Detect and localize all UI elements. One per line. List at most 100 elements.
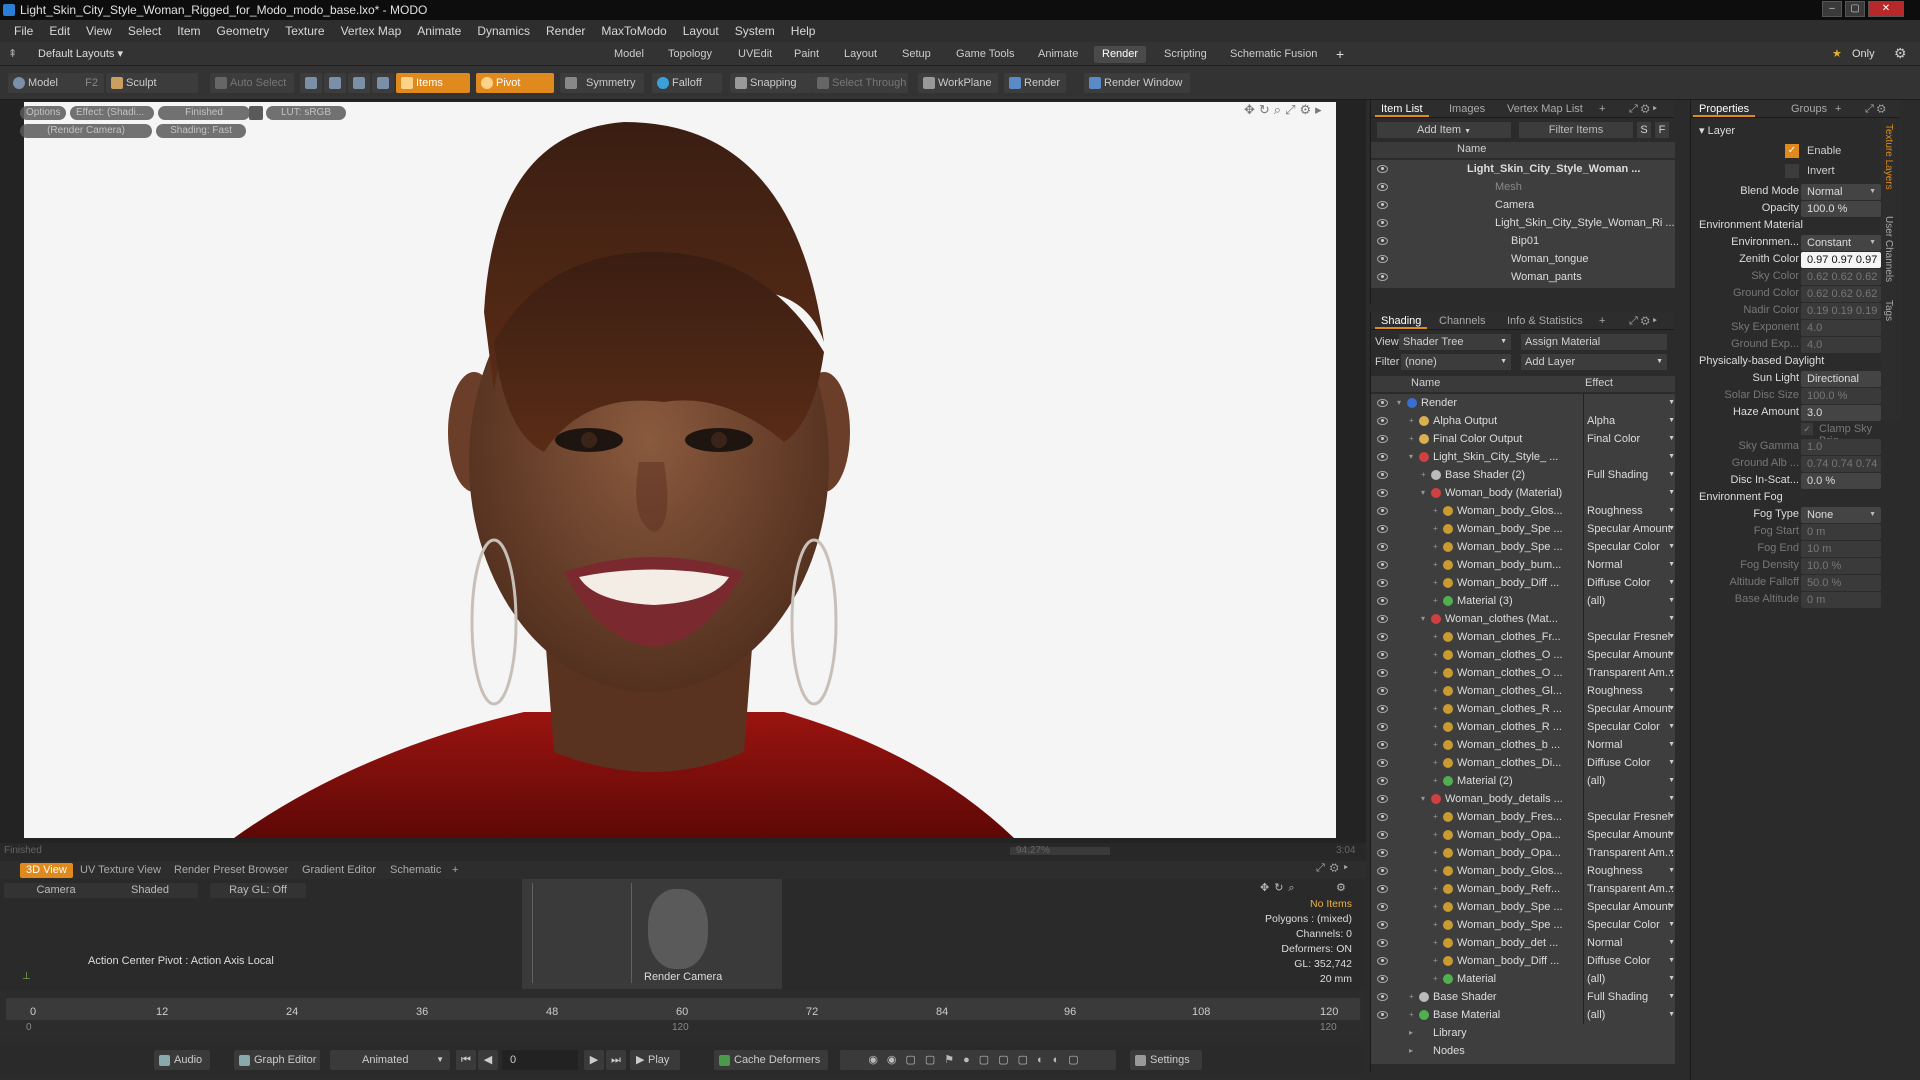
effect-dropdown[interactable]: Normal	[1583, 934, 1675, 952]
effect-dropdown[interactable]	[1583, 394, 1675, 412]
shader-tree-row[interactable]: ▾ Render	[1371, 394, 1675, 412]
property-field[interactable]: Constant	[1801, 235, 1881, 251]
eye-icon[interactable]	[1377, 507, 1388, 515]
add-tab-icon[interactable]: +	[1829, 102, 1847, 117]
eye-icon[interactable]	[1377, 561, 1388, 569]
eye-icon[interactable]	[1377, 957, 1388, 965]
expand-arrow-icon[interactable]: ▾	[1397, 394, 1401, 412]
shader-tree-row[interactable]: + Base Shader (2) Full Shading	[1371, 466, 1675, 484]
panel-options-icons[interactable]: ⤢⚙▸	[1316, 862, 1353, 875]
add-tab-icon[interactable]: +	[1593, 314, 1611, 329]
shader-tree-row[interactable]: + Woman_clothes_R ... Specular Amount	[1371, 700, 1675, 718]
shader-tree-row[interactable]: + Woman_clothes_O ... Specular Amount	[1371, 646, 1675, 664]
sculpt-button[interactable]: Sculpt	[106, 73, 198, 93]
tab-render-preset-browser[interactable]: Render Preset Browser	[168, 863, 294, 878]
filter-f-button[interactable]: F	[1655, 122, 1669, 138]
expand-arrow-icon[interactable]: ▾	[1421, 484, 1425, 502]
menu-maxtomodo[interactable]: MaxToModo	[593, 24, 674, 38]
tab-scripting[interactable]: Scripting	[1156, 46, 1215, 63]
shader-tree-row[interactable]: ▸ Library	[1371, 1024, 1675, 1042]
view-dropdown[interactable]: Shader Tree ▼	[1399, 334, 1511, 350]
eye-icon[interactable]	[1377, 741, 1388, 749]
tab-game-tools[interactable]: Game Tools	[948, 46, 1023, 63]
shader-tree-row[interactable]: ▾ Woman_body (Material)	[1371, 484, 1675, 502]
row-marker-icon[interactable]: +	[1433, 646, 1438, 664]
shader-tree-row[interactable]: + Woman_clothes_O ... Transparent Am...	[1371, 664, 1675, 682]
property-field[interactable]: Normal	[1801, 184, 1881, 200]
effect-dropdown[interactable]: Specular Amount	[1583, 898, 1675, 916]
menu-layout[interactable]: Layout	[675, 24, 727, 38]
menu-help[interactable]: Help	[783, 24, 824, 38]
shader-tree-row[interactable]: ▾ Woman_body_details ...	[1371, 790, 1675, 808]
row-marker-icon[interactable]: +	[1409, 412, 1414, 430]
section-header[interactable]: Physically-based Daylight	[1699, 355, 1824, 367]
menu-dynamics[interactable]: Dynamics	[469, 24, 538, 38]
eye-icon[interactable]	[1377, 183, 1388, 191]
clamp-sky-checkbox[interactable]: ✓	[1801, 423, 1813, 435]
effect-dropdown[interactable]: Roughness	[1583, 682, 1675, 700]
effect-dropdown[interactable]: Diffuse Color	[1583, 754, 1675, 772]
go-to-end-button[interactable]: ⏭	[606, 1050, 626, 1070]
timeline[interactable]: 0 12 24 36 48 60 72 84 96 108 120 0 120 …	[0, 990, 1366, 1038]
row-marker-icon[interactable]: +	[1433, 934, 1438, 952]
tab-gradient-editor[interactable]: Gradient Editor	[296, 863, 382, 878]
effect-dropdown[interactable]: Specular Color	[1583, 718, 1675, 736]
effect-dropdown[interactable]: Specular Amount	[1583, 826, 1675, 844]
frame-field[interactable]: 0	[502, 1050, 578, 1070]
symmetry-button[interactable]: Symmetry	[560, 73, 644, 93]
list-item[interactable]: Camera	[1371, 196, 1675, 214]
cache-deformers-button[interactable]: Cache Deformers	[714, 1050, 828, 1070]
row-marker-icon[interactable]: +	[1433, 502, 1438, 520]
property-field[interactable]: 0.62 0.62 0.62	[1801, 286, 1881, 302]
row-marker-icon[interactable]: +	[1433, 970, 1438, 988]
section-header[interactable]: Environment Material	[1699, 219, 1803, 231]
tab-texture-layers[interactable]: Texture Layers	[1883, 124, 1894, 190]
shader-tree-row[interactable]: + Material (all)	[1371, 970, 1675, 988]
effect-dropdown[interactable]: Final Color	[1583, 430, 1675, 448]
eye-icon[interactable]	[1377, 651, 1388, 659]
row-marker-icon[interactable]: +	[1409, 430, 1414, 448]
shader-tree-row[interactable]: + Woman_clothes_Fr... Specular Fresnel	[1371, 628, 1675, 646]
next-key-button[interactable]: ▶	[584, 1050, 604, 1070]
graph-editor-button[interactable]: Graph Editor	[234, 1050, 320, 1070]
tab-shading[interactable]: Shading	[1375, 314, 1428, 329]
tab-paint[interactable]: Paint	[786, 46, 827, 63]
eye-icon[interactable]	[1377, 813, 1388, 821]
row-marker-icon[interactable]: ▸	[1409, 1024, 1413, 1042]
menu-view[interactable]: View	[78, 24, 120, 38]
row-marker-icon[interactable]: +	[1409, 988, 1414, 1006]
effect-dropdown[interactable]: Specular Fresnel	[1583, 628, 1675, 646]
animated-dropdown[interactable]: Animated ▼	[330, 1050, 450, 1070]
property-field[interactable]: 0.0 %	[1801, 473, 1881, 489]
eye-icon[interactable]	[1377, 975, 1388, 983]
3d-view-panel[interactable]: Camera Shaded Ray GL: Off Render Camera …	[0, 879, 1366, 989]
select-through-button[interactable]: Select Through	[812, 73, 908, 93]
row-marker-icon[interactable]: +	[1433, 538, 1438, 556]
row-marker-icon[interactable]: +	[1433, 826, 1438, 844]
list-item[interactable]: Light_Skin_City_Style_Woman_Ri ...	[1371, 214, 1675, 232]
tab-render[interactable]: Render	[1094, 46, 1147, 63]
options-tag[interactable]: Options	[20, 106, 67, 120]
shader-tree-row[interactable]: + Woman_body_Spe ... Specular Amount	[1371, 520, 1675, 538]
property-field[interactable]: 4.0	[1801, 337, 1881, 353]
add-tab-icon[interactable]: +	[446, 863, 464, 878]
eye-icon[interactable]	[1377, 201, 1388, 209]
shader-tree-row[interactable]: + Final Color Output Final Color	[1371, 430, 1675, 448]
shader-tree[interactable]: ▾ Render + Alpha Output Alpha + Final Color Ou…	[1371, 394, 1675, 1064]
tab-images[interactable]: Images	[1443, 102, 1491, 117]
property-field[interactable]: 0.19 0.19 0.19	[1801, 303, 1881, 319]
eye-icon[interactable]	[1377, 219, 1388, 227]
close-button[interactable]: ✕	[1868, 1, 1904, 17]
collapse-icon[interactable]: ⇞	[8, 47, 17, 60]
row-marker-icon[interactable]: +	[1433, 700, 1438, 718]
eye-icon[interactable]	[1377, 849, 1388, 857]
assign-material-field[interactable]: Assign Material	[1521, 334, 1667, 350]
maximize-button[interactable]: ▢	[1845, 1, 1865, 17]
expand-arrow-icon[interactable]: ▾	[1409, 448, 1413, 466]
tab-info-statistics[interactable]: Info & Statistics	[1501, 314, 1589, 329]
row-marker-icon[interactable]: +	[1433, 556, 1438, 574]
workplane-button[interactable]: WorkPlane	[918, 73, 998, 93]
effect-dropdown[interactable]: Specular Fresnel	[1583, 808, 1675, 826]
eye-icon[interactable]	[1377, 795, 1388, 803]
tab-uv-texture-view[interactable]: UV Texture View	[74, 863, 167, 878]
